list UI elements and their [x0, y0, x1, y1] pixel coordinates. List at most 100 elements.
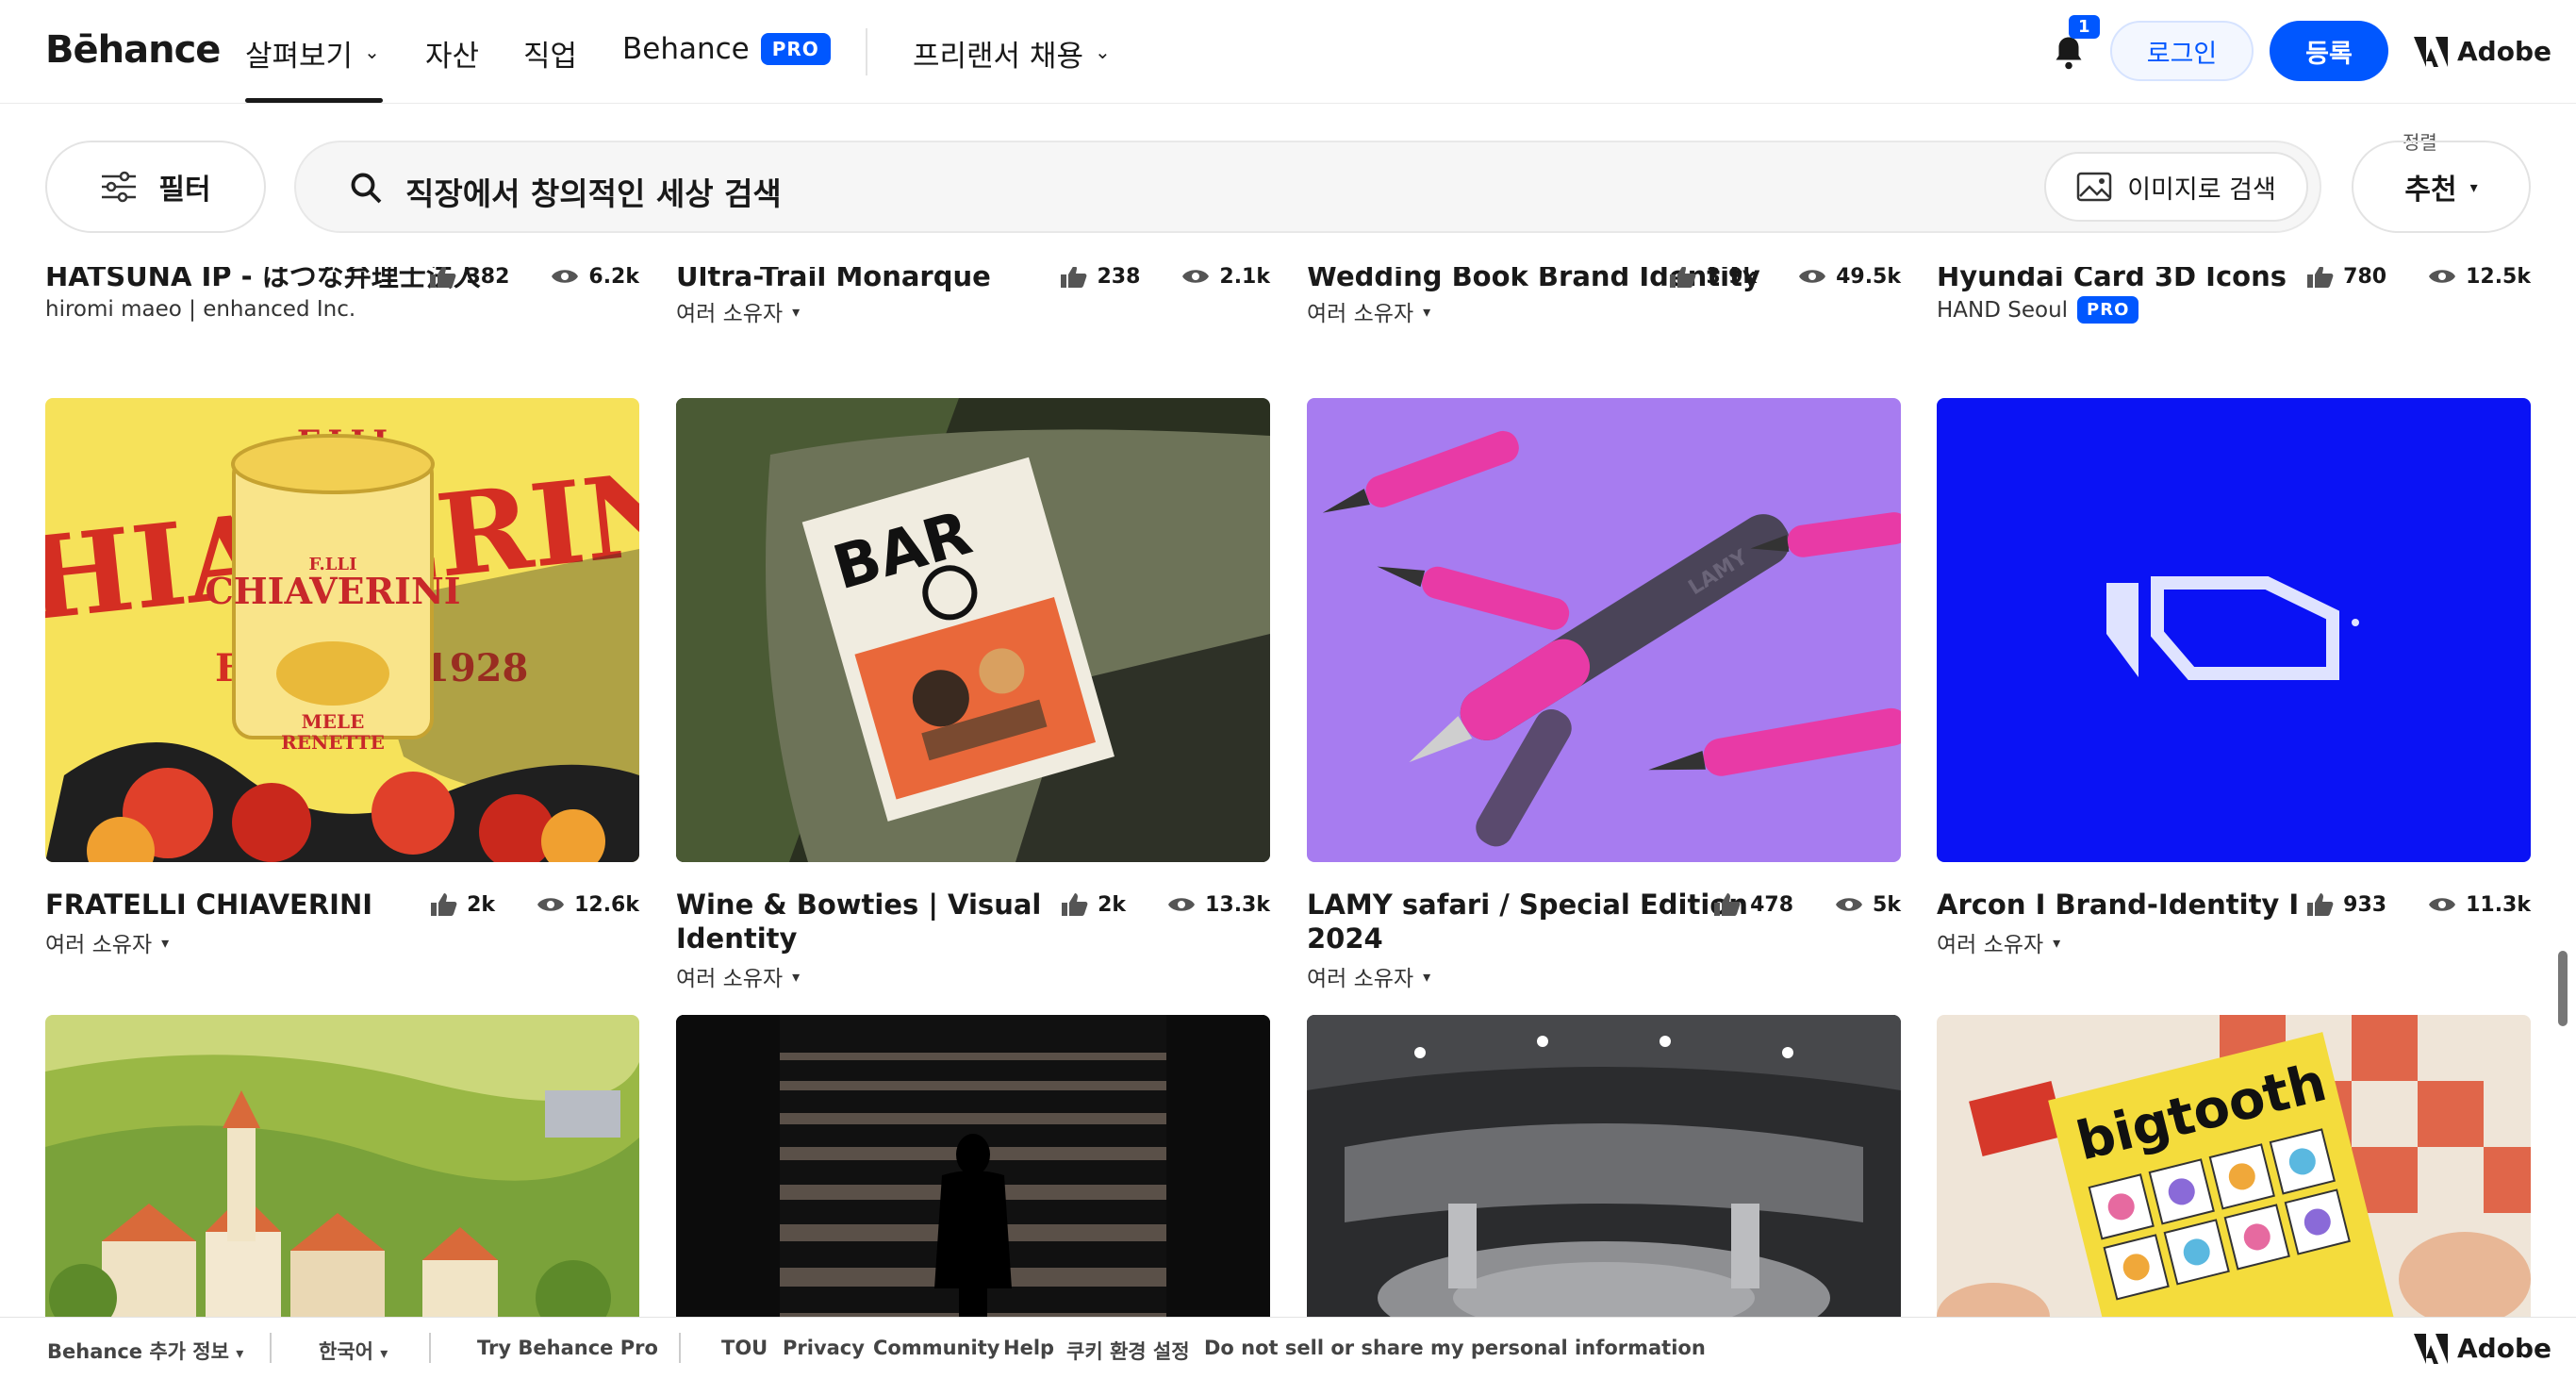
search-input[interactable]: 직장에서 창의적인 세상 검색 이미지로 검색: [294, 141, 2321, 233]
login-button[interactable]: 로그인: [2110, 21, 2254, 81]
chevron-down-icon: ⌄: [364, 40, 380, 63]
project-card[interactable]: [676, 1015, 1270, 1317]
owner-pro-badge: PRO: [2077, 296, 2139, 324]
eye-icon: [1168, 898, 1196, 911]
project-stats: 238 2.1k: [1059, 267, 1270, 289]
project-thumbnail[interactable]: [45, 1015, 639, 1317]
footer-do-not-sell[interactable]: Do not sell or share my personal informa…: [1204, 1337, 1706, 1359]
project-card[interactable]: HATSUNA IP - はつな弁理士法人 hiromi maeo | enha…: [45, 267, 639, 333]
footer-tou[interactable]: TOU: [721, 1337, 768, 1359]
project-card[interactable]: Wedding Book Brand Identity 여러 소유자 ▾ 3.9k…: [1307, 267, 1901, 333]
image-search-button[interactable]: 이미지로 검색: [2044, 152, 2308, 222]
footer-try-pro[interactable]: Try Behance Pro: [477, 1337, 658, 1359]
project-title-line: Wine & Bowties | Visual: [676, 889, 1042, 921]
project-card[interactable]: BAR Wine & Bowties | Visual Identity 여러 …: [676, 398, 1270, 991]
project-title[interactable]: Wine & Bowties | Visual Identity: [676, 888, 1041, 955]
project-thumbnail[interactable]: bigtooth: [1937, 1015, 2531, 1317]
nav-divider: [866, 28, 867, 75]
view-count: 49.5k: [1836, 267, 1901, 289]
view-count: 11.3k: [2466, 892, 2531, 917]
project-title[interactable]: LAMY safari / Special Edition 2024: [1307, 888, 1748, 955]
nav-explore[interactable]: 살펴보기 ⌄: [245, 32, 380, 75]
project-card[interactable]: F.LLI CHIAVERINI FIRENZE 1928 F.LLI CHIA…: [45, 398, 639, 964]
nav-behance-pro[interactable]: Behance PRO: [622, 32, 831, 66]
svg-text:RENETTE: RENETTE: [281, 731, 385, 754]
view-count: 6.2k: [588, 267, 639, 289]
caret-down-icon: ▾: [2053, 933, 2061, 952]
project-title[interactable]: FRATELLI CHIAVERINI: [45, 888, 372, 922]
project-owner[interactable]: hiromi maeo | enhanced Inc.: [45, 297, 355, 322]
like-count: 238: [1097, 267, 1141, 289]
project-stats: 780 12.5k: [2305, 267, 2531, 289]
signup-button[interactable]: 등록: [2270, 21, 2388, 81]
footer-community[interactable]: Community: [873, 1337, 999, 1359]
project-thumbnail[interactable]: LAMY: [1307, 398, 1901, 862]
search-query-text: 직장에서 창의적인 세상 검색: [405, 175, 782, 212]
project-owner[interactable]: HAND Seoul PRO: [1937, 296, 2139, 324]
project-title[interactable]: HATSUNA IP - はつな弁理士法人: [45, 267, 481, 293]
caret-down-icon: ▾: [161, 933, 170, 952]
nav-hire-freelancers[interactable]: 프리랜서 채용 ⌄: [913, 32, 1111, 75]
footer-privacy[interactable]: Privacy: [783, 1337, 865, 1359]
page-scrollbar[interactable]: [2558, 951, 2568, 1026]
eye-icon: [537, 898, 565, 911]
footer-more-info-label: Behance 추가 정보: [47, 1340, 229, 1363]
sort-value: 추천: [2404, 174, 2457, 207]
footer-language[interactable]: 한국어 ▾: [319, 1337, 388, 1365]
footer-more-info[interactable]: Behance 추가 정보 ▾: [47, 1337, 243, 1365]
top-navigation: Bēhance 살펴보기 ⌄ 자산 직업 Behance PRO 프리랜서 채용…: [0, 0, 2576, 104]
filter-label: 필터: [158, 174, 211, 207]
svg-text:CHIAVERINI: CHIAVERINI: [206, 570, 461, 612]
nav-jobs-label: 직업: [523, 40, 578, 74]
project-owner[interactable]: 여러 소유자 ▾: [676, 295, 800, 327]
nav-jobs[interactable]: 직업: [523, 32, 577, 75]
adobe-link[interactable]: Adobe: [2414, 36, 2551, 67]
owner-name: 여러 소유자: [1307, 302, 1414, 326]
project-title[interactable]: Arcon I Brand-Identity I: [1937, 888, 2299, 922]
project-owner[interactable]: 여러 소유자 ▾: [45, 926, 169, 958]
project-owner[interactable]: 여러 소유자 ▾: [1307, 960, 1430, 992]
project-thumbnail[interactable]: F.LLI CHIAVERINI FIRENZE 1928 F.LLI CHIA…: [45, 398, 639, 862]
filter-button[interactable]: 필터: [45, 141, 266, 233]
caret-down-icon: ▾: [792, 302, 801, 321]
project-thumbnail[interactable]: BAR: [676, 398, 1270, 862]
project-owner[interactable]: 여러 소유자 ▾: [1937, 926, 2060, 958]
owner-name: hiromi maeo | enhanced Inc.: [45, 297, 356, 322]
project-card[interactable]: [45, 1015, 639, 1317]
project-card[interactable]: bigtooth: [1937, 1015, 2531, 1317]
project-title-line: Identity: [676, 922, 798, 955]
project-title[interactable]: Hyundai Card 3D Icons: [1937, 267, 2287, 293]
thumbs-up-icon: [2307, 893, 2334, 916]
behance-logo[interactable]: Bēhance: [45, 28, 221, 72]
project-owner[interactable]: 여러 소유자 ▾: [676, 960, 800, 992]
project-card[interactable]: Arcon I Brand-Identity I 여러 소유자 ▾ 933 11.…: [1937, 398, 2531, 964]
notification-count-badge: 1: [2069, 15, 2100, 39]
project-card[interactable]: LAMY LAMY safari / Special Edition 2024 …: [1307, 398, 1901, 991]
project-title[interactable]: Ultra-Trail Monarque: [676, 267, 991, 293]
project-thumbnail[interactable]: [676, 1015, 1270, 1317]
project-thumbnail[interactable]: [1307, 1015, 1901, 1317]
project-card[interactable]: Hyundai Card 3D Icons HAND Seoul PRO 780…: [1937, 267, 2531, 333]
owner-name: 여러 소유자: [1307, 967, 1414, 991]
footer-divider: [270, 1333, 272, 1363]
eye-icon: [2429, 270, 2456, 283]
bell-icon[interactable]: [2052, 34, 2086, 72]
project-card[interactable]: [1307, 1015, 1901, 1317]
like-count: 2k: [1098, 892, 1127, 917]
sort-dropdown[interactable]: 추천 ▾: [2352, 141, 2531, 233]
owner-name: 여러 소유자: [676, 302, 784, 326]
project-owner[interactable]: 여러 소유자 ▾: [1307, 295, 1430, 327]
project-card[interactable]: Ultra-Trail Monarque 여러 소유자 ▾ 238 2.1k: [676, 267, 1270, 333]
caret-down-icon: ▾: [1423, 967, 1431, 986]
page-footer: Behance 추가 정보 ▾ 한국어 ▾ Try Behance Pro TO…: [0, 1317, 2576, 1379]
footer-adobe-link[interactable]: Adobe: [2414, 1333, 2551, 1364]
like-count: 382: [466, 267, 510, 289]
nav-assets[interactable]: 자산: [425, 32, 479, 75]
thumbs-up-icon: [431, 893, 457, 916]
project-thumbnail[interactable]: [1937, 398, 2531, 862]
footer-help[interactable]: Help: [1003, 1337, 1054, 1359]
eye-icon: [552, 270, 579, 283]
staircase-artwork: [676, 1015, 1270, 1317]
lamy-artwork: LAMY: [1307, 398, 1901, 862]
footer-cookies[interactable]: 쿠키 환경 설정: [1066, 1337, 1190, 1365]
